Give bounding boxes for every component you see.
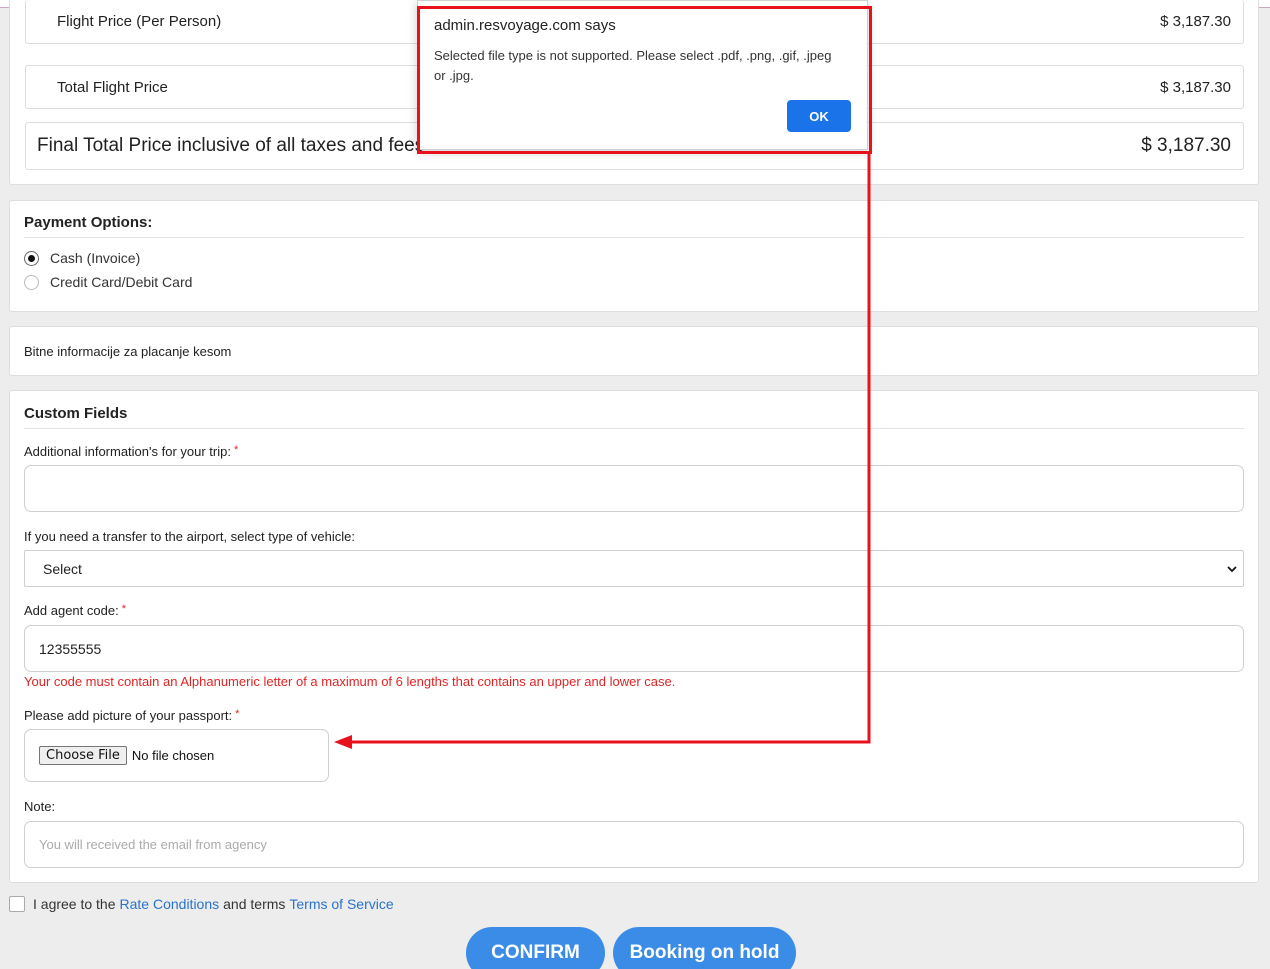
trip-info-input[interactable] <box>24 465 1244 512</box>
trip-info-label: Additional information's for your trip: * <box>24 444 238 459</box>
passport-label-text: Please add picture of your passport: <box>24 708 233 723</box>
passport-file-input: Choose File No file chosen <box>24 729 329 782</box>
required-mark: * <box>121 603 126 615</box>
booking-on-hold-button[interactable]: Booking on hold <box>613 927 796 969</box>
note-placeholder: You will received the email from agency <box>39 837 267 852</box>
custom-fields-title: Custom Fields <box>24 405 1244 429</box>
total-flight-price-label: Total Flight Price <box>57 78 168 96</box>
payment-info-card: Bitne informacije za placanje kesom <box>9 326 1259 376</box>
agent-code-input[interactable]: 12355555 <box>24 625 1244 672</box>
note-label: Note: <box>24 799 56 814</box>
passport-label: Please add picture of your passport: * <box>24 708 239 723</box>
flight-price-amount: $ 3,187.30 <box>1160 13 1231 30</box>
transfer-label: If you need a transfer to the airport, s… <box>24 529 355 544</box>
note-input[interactable]: You will received the email from agency <box>24 821 1244 868</box>
total-flight-price-amount: $ 3,187.30 <box>1160 78 1231 96</box>
payment-option-card-label: Credit Card/Debit Card <box>50 274 193 290</box>
terms-agreement: I agree to the Rate Conditions and terms… <box>9 896 398 912</box>
agent-code-label: Add agent code: * <box>24 603 126 618</box>
required-mark: * <box>235 708 240 720</box>
payment-info-text: Bitne informacije za placanje kesom <box>24 344 232 359</box>
payment-option-card[interactable]: Credit Card/Debit Card <box>24 274 192 290</box>
alert-origin: admin.resvoyage.com says <box>434 17 616 34</box>
payment-options-title: Payment Options: <box>24 214 1244 238</box>
final-total-label: Final Total Price inclusive of all taxes… <box>37 135 425 156</box>
radio-checked-icon[interactable] <box>24 250 39 266</box>
choose-file-button[interactable]: Choose File <box>39 746 127 765</box>
agent-code-label-text: Add agent code: <box>24 603 119 618</box>
alert-ok-button[interactable]: OK <box>787 100 851 132</box>
alert-dialog: admin.resvoyage.com says Selected file t… <box>417 0 868 150</box>
agree-checkbox[interactable] <box>9 896 25 912</box>
chevron-down-icon <box>1227 565 1237 572</box>
radio-unchecked-icon[interactable] <box>24 274 39 290</box>
transfer-select[interactable]: Select <box>24 550 1244 587</box>
trip-info-label-text: Additional information's for your trip: <box>24 444 231 459</box>
payment-options-card: Payment Options: Cash (Invoice) Credit C… <box>9 200 1259 312</box>
flight-price-label: Flight Price (Per Person) <box>57 13 222 30</box>
required-mark: * <box>233 444 239 456</box>
terms-of-service-link[interactable]: Terms of Service <box>289 896 393 912</box>
payment-option-cash-label: Cash (Invoice) <box>50 250 141 266</box>
alert-message: Selected file type is not supported. Ple… <box>434 48 832 83</box>
transfer-select-value: Select <box>43 560 82 577</box>
agent-code-value: 12355555 <box>39 640 102 657</box>
confirm-button[interactable]: CONFIRM <box>466 927 605 969</box>
agree-middle: and terms <box>223 896 286 912</box>
agree-prefix: I agree to the <box>33 896 116 912</box>
rate-conditions-link[interactable]: Rate Conditions <box>120 896 220 912</box>
file-status-text: No file chosen <box>131 748 215 763</box>
final-total-amount: $ 3,187.30 <box>1141 135 1231 156</box>
agent-code-error: Your code must contain an Alphanumeric l… <box>24 674 676 689</box>
custom-fields-card: Custom Fields Additional information's f… <box>9 390 1259 883</box>
payment-option-cash[interactable]: Cash (Invoice) <box>24 250 140 266</box>
